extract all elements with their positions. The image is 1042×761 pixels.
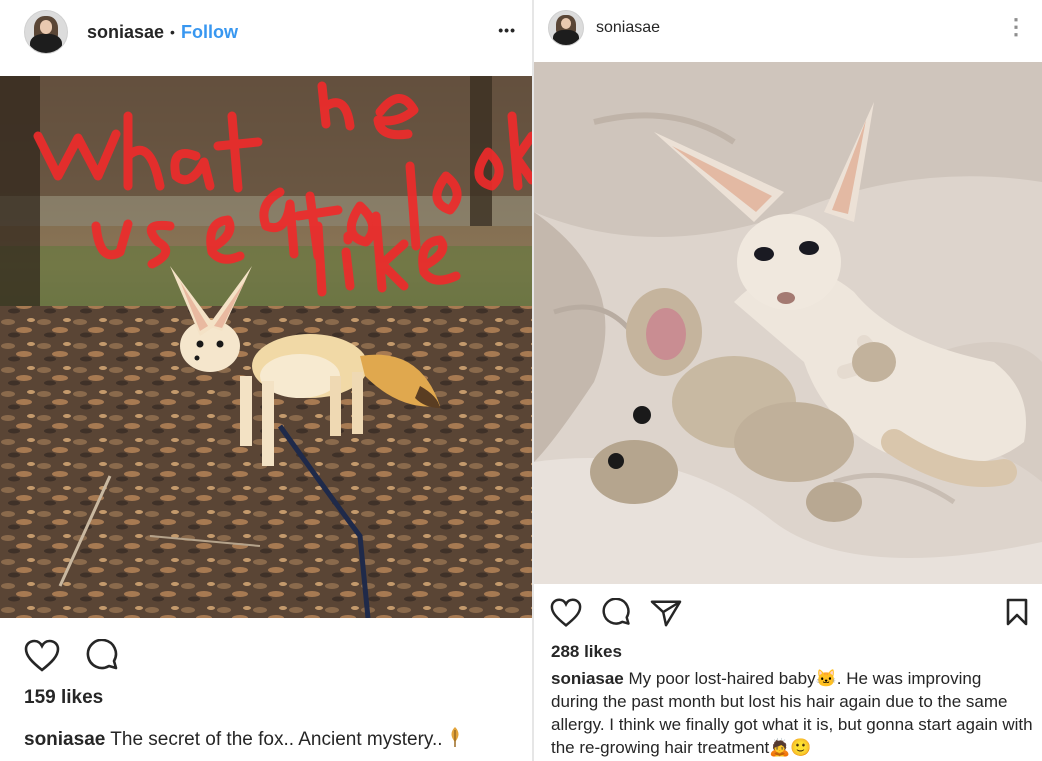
bookmark-icon[interactable] xyxy=(1006,598,1028,626)
caption-text: The secret of the fox.. Ancient mystery.… xyxy=(110,729,443,750)
left-post: soniasae • Follow ••• 159 likes soniasae… xyxy=(0,0,532,761)
caption-text: My poor lost-haired baby🐱. He was improv… xyxy=(551,669,1033,757)
post-photo[interactable] xyxy=(534,62,1042,584)
avatar[interactable] xyxy=(548,10,584,46)
fox-forest-image xyxy=(0,76,532,618)
likes-count[interactable]: 288 likes xyxy=(551,642,622,662)
heart-icon[interactable] xyxy=(24,639,60,673)
username[interactable]: soniasae xyxy=(596,19,660,37)
caption-username[interactable]: soniasae xyxy=(24,729,105,750)
username[interactable]: soniasae xyxy=(87,22,164,43)
share-icon[interactable] xyxy=(650,598,682,628)
likes-count[interactable]: 159 likes xyxy=(24,687,103,709)
comment-icon[interactable] xyxy=(86,639,120,673)
right-post: soniasae ⋮ 288 likes soniasae My poor lo… xyxy=(534,0,1042,761)
leaf-icon xyxy=(451,727,459,747)
more-options-icon[interactable]: ••• xyxy=(498,22,516,38)
post-photo[interactable] xyxy=(0,76,532,618)
caption: soniasae My poor lost-haired baby🐱. He w… xyxy=(551,667,1033,759)
heart-icon[interactable] xyxy=(550,598,582,628)
caption: soniasae The secret of the fox.. Ancient… xyxy=(24,726,462,751)
post-header: soniasae xyxy=(534,9,1042,47)
follow-button[interactable]: Follow xyxy=(181,22,238,43)
avatar[interactable] xyxy=(24,10,68,54)
action-bar xyxy=(24,636,120,676)
comment-icon[interactable] xyxy=(602,598,632,628)
action-bar xyxy=(550,596,682,630)
caption-username[interactable]: soniasae xyxy=(551,669,624,688)
separator-dot: • xyxy=(170,24,175,40)
fox-on-bed-image xyxy=(534,62,1042,584)
post-header: soniasae • Follow xyxy=(0,10,532,54)
more-options-icon[interactable]: ⋮ xyxy=(1005,14,1028,40)
